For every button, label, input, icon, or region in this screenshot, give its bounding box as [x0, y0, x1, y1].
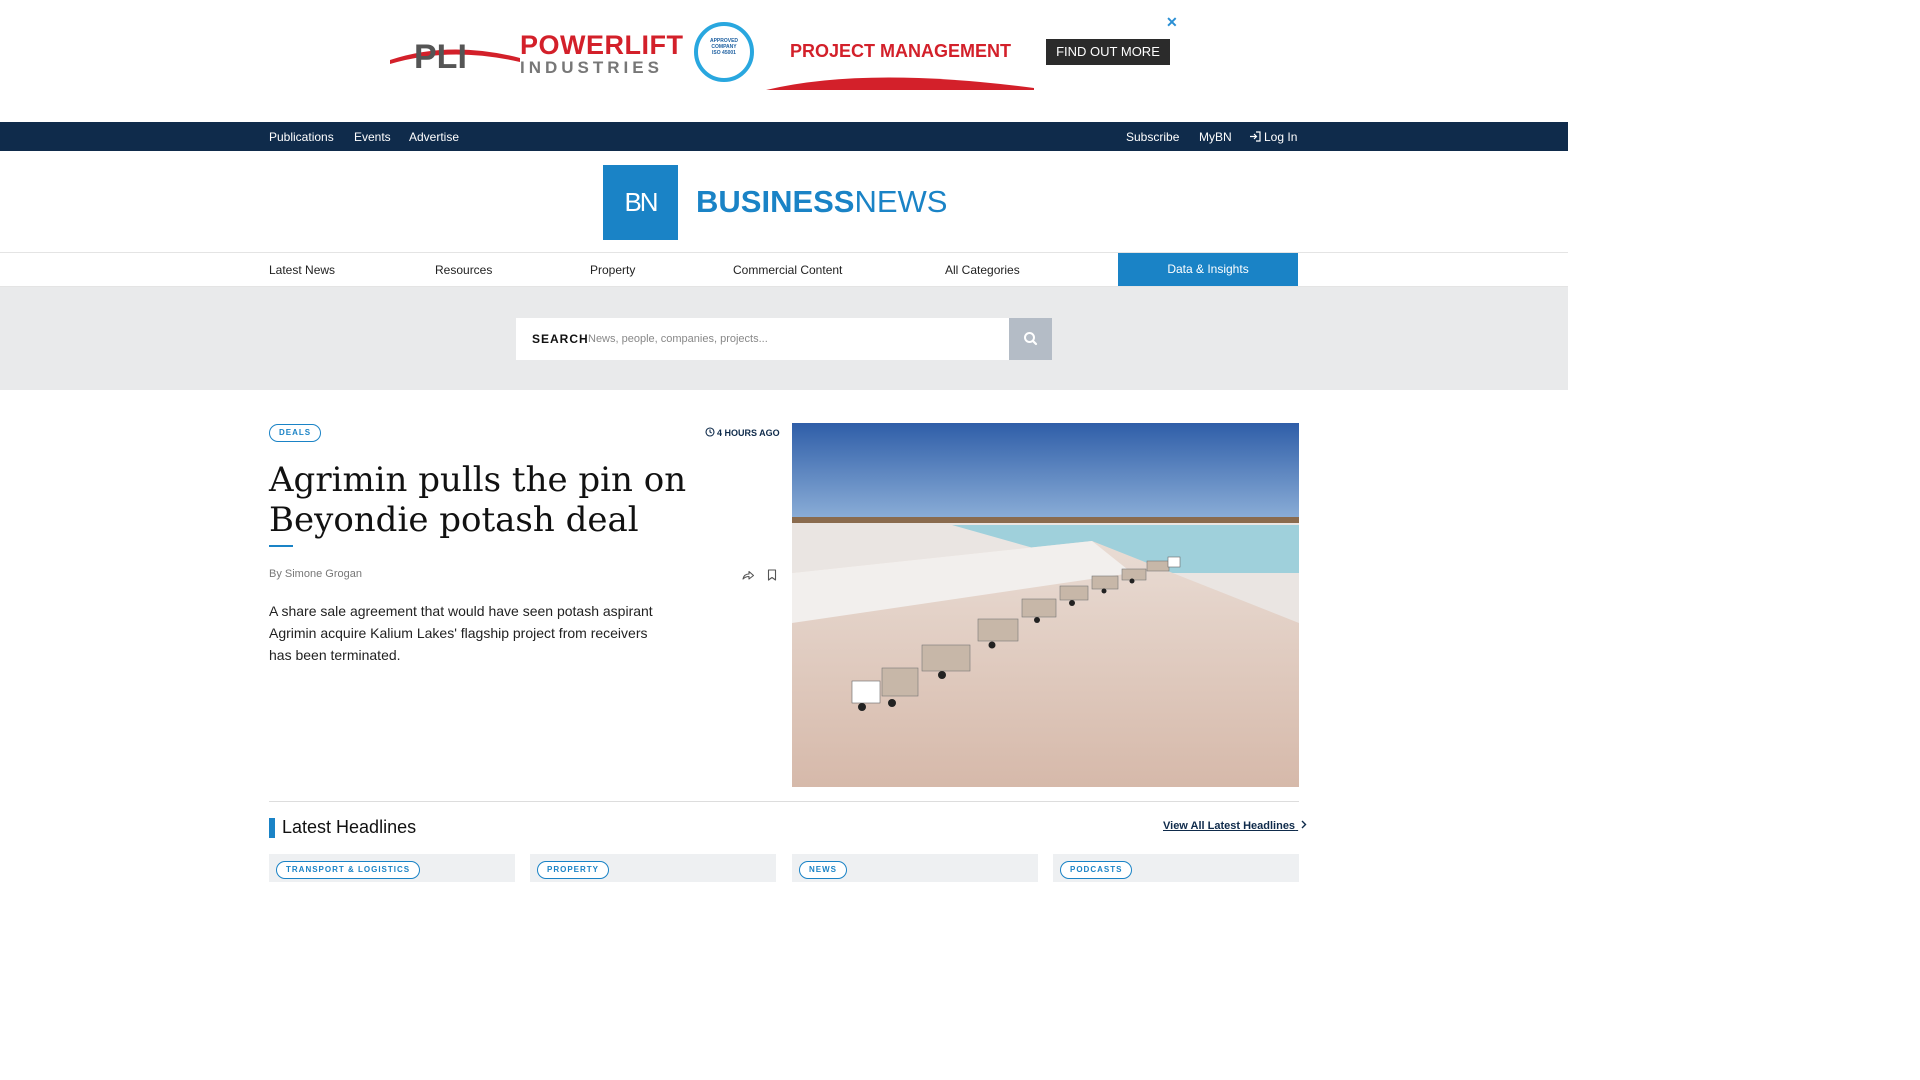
- article-headline[interactable]: Agrimin pulls the pin on Beyondie potash…: [269, 460, 779, 540]
- events-link[interactable]: Events: [354, 130, 391, 144]
- section-divider: [269, 801, 1299, 802]
- main-nav: Latest News Resources Property Commercia…: [0, 253, 1568, 287]
- card-tag[interactable]: TRANSPORT & LOGISTICS: [276, 861, 421, 879]
- ad-brand-line2: INDUSTRIES: [520, 58, 663, 77]
- headline-rule: [269, 545, 293, 547]
- ad-cta-button[interactable]: FIND OUT MORE: [1046, 39, 1170, 65]
- bookmark-icon[interactable]: [765, 568, 779, 582]
- pli-logo-icon: PLI: [390, 38, 520, 72]
- ad-brand-line1: POWERLIFT: [520, 30, 684, 60]
- business-news-wordmark[interactable]: BUSINESSNEWS: [696, 184, 947, 220]
- search-icon: [1024, 332, 1038, 346]
- iso-badge: APPROVED COMPANY ISO 45001: [694, 22, 754, 82]
- ad-close-icon[interactable]: ✕: [1166, 14, 1178, 31]
- search-label: SEARCH: [532, 332, 589, 346]
- latest-headlines-title: Latest Headlines: [282, 817, 417, 837]
- nav-resources[interactable]: Resources: [435, 263, 492, 277]
- svg-text:PLI: PLI: [414, 38, 467, 72]
- card-tag[interactable]: NEWS: [799, 861, 847, 879]
- nav-data-insights[interactable]: Data & Insights: [1118, 253, 1298, 286]
- search-input[interactable]: [588, 326, 998, 352]
- masthead: BN BUSINESSNEWS: [0, 151, 1568, 253]
- subscribe-link[interactable]: Subscribe: [1126, 130, 1179, 144]
- article-hero-image[interactable]: [792, 423, 1299, 787]
- publications-link[interactable]: Publications: [269, 130, 334, 144]
- headline-card[interactable]: TRANSPORT & LOGISTICS: [269, 854, 515, 882]
- nav-all-categories[interactable]: All Categories: [945, 263, 1020, 277]
- nav-commercial-content[interactable]: Commercial Content: [733, 263, 842, 277]
- headline-card[interactable]: PODCASTS: [1053, 854, 1299, 882]
- section-accent-bar: [269, 818, 275, 838]
- article-byline: By Simone Grogan: [269, 568, 362, 580]
- login-icon: [1250, 131, 1261, 142]
- ad-headline: PROJECT MANAGEMENT: [790, 41, 1012, 61]
- view-all-headlines-link[interactable]: View All Latest Headlines: [1163, 820, 1308, 832]
- search-band: SEARCH: [0, 287, 1568, 390]
- article-summary: A share sale agreement that would have s…: [269, 603, 653, 663]
- nav-latest-news[interactable]: Latest News: [269, 263, 335, 277]
- ad-swoosh: [766, 77, 1034, 90]
- author-link[interactable]: Simone Grogan: [285, 568, 362, 580]
- advertise-link[interactable]: Advertise: [409, 130, 459, 144]
- chevron-right-icon: [1301, 820, 1307, 829]
- headline-card[interactable]: NEWS: [792, 854, 1038, 882]
- mybn-link[interactable]: MyBN: [1199, 130, 1232, 144]
- utility-bar: Publications Events Advertise Subscribe …: [0, 122, 1568, 151]
- share-icon[interactable]: [741, 568, 755, 582]
- card-tag[interactable]: PODCASTS: [1060, 861, 1133, 879]
- card-tag[interactable]: PROPERTY: [537, 861, 610, 879]
- login-link[interactable]: Log In: [1249, 130, 1297, 144]
- article-tag[interactable]: DEALS: [269, 424, 322, 442]
- headline-card[interactable]: PROPERTY: [530, 854, 776, 882]
- search-box: SEARCH: [516, 318, 1010, 360]
- advertisement-banner[interactable]: PLI POWERLIFT INDUSTRIES APPROVED COMPAN…: [0, 0, 1568, 122]
- powerlift-ad[interactable]: PLI POWERLIFT INDUSTRIES APPROVED COMPAN…: [388, 14, 1180, 94]
- nav-property[interactable]: Property: [590, 263, 635, 277]
- clock-icon: [705, 427, 715, 437]
- search-button[interactable]: [1009, 318, 1052, 360]
- bn-logo-box[interactable]: BN: [603, 165, 678, 240]
- article-time: 4 HOURS AGO: [705, 427, 780, 438]
- salt-lake-trucks-image: [792, 423, 1299, 787]
